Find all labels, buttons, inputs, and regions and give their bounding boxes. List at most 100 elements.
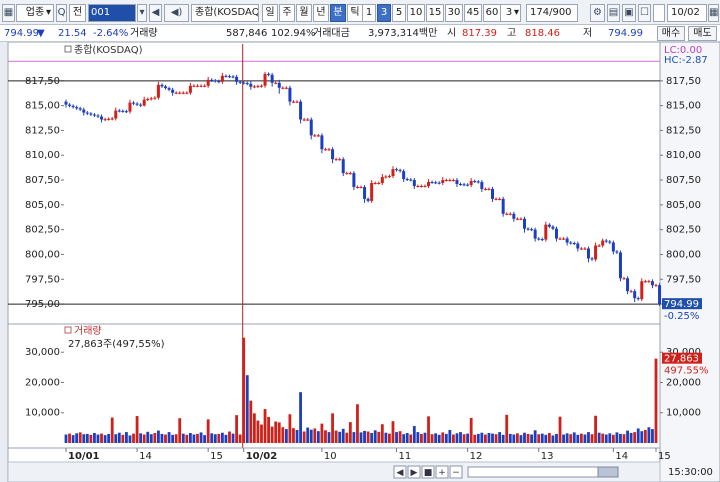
interval-button-5[interactable]: 30: [445, 4, 463, 22]
interval-button-4[interactable]: 15: [426, 4, 444, 22]
name-field[interactable]: 종합(KOSDAQ): [191, 4, 259, 22]
volume-bar: [601, 433, 605, 443]
period-button-5[interactable]: 틱: [347, 4, 363, 22]
volume-bar: [352, 432, 356, 443]
price-tick-right-4: 807,50: [666, 175, 701, 186]
interval-button-3[interactable]: 10: [407, 4, 425, 22]
volume-bar: [640, 431, 644, 443]
settings-icon[interactable]: ⚙: [590, 4, 605, 22]
volume-pane-subtitle: 27,863주(497,55%): [68, 339, 165, 350]
chart-area[interactable]: 종합(KOSDAQ) 거래량 27,863주(497,55%) 817,50 817,5…: [7, 41, 720, 482]
interval-button-0[interactable]: 1: [362, 4, 376, 22]
volume-bar: [135, 416, 139, 443]
buy-button[interactable]: 매수: [657, 26, 685, 41]
search-icon[interactable]: Q: [56, 4, 67, 22]
interval-button-6[interactable]: 45: [464, 4, 482, 22]
period-button-4[interactable]: 분: [330, 4, 346, 22]
candle-body: [384, 176, 388, 178]
candle-body: [302, 119, 306, 121]
interval-button-2[interactable]: 5: [392, 4, 406, 22]
candle-body: [427, 182, 431, 186]
volume-bar: [132, 433, 135, 443]
candle-body: [128, 102, 132, 112]
hc-label: HC:-2.87: [664, 55, 708, 66]
volume-bar: [427, 416, 430, 443]
volume-bar: [213, 434, 217, 443]
price-tick-right-0: 817,50: [666, 76, 701, 87]
period-button-1[interactable]: 주: [279, 4, 295, 22]
volume-bar: [68, 433, 71, 443]
sound-icon[interactable]: ◀): [164, 4, 189, 22]
chart-type-icon[interactable]: ▦: [2, 4, 15, 22]
left-scroll-strip[interactable]: [0, 42, 8, 482]
change-value: 21.54: [58, 28, 87, 39]
candle-body: [96, 115, 100, 117]
period-button-0[interactable]: 일: [262, 4, 278, 22]
x-axis-label-0: 10/01: [68, 451, 100, 462]
low-label: 저: [583, 28, 593, 39]
candle-body: [227, 76, 231, 78]
volume-bar: [619, 433, 622, 443]
price-tick-right-5: 805,00: [666, 200, 701, 211]
code-input[interactable]: 001: [88, 4, 136, 22]
volume-bar: [576, 434, 580, 443]
volume-bar: [327, 432, 331, 443]
candle-body: [654, 285, 658, 287]
volume-bar: [114, 434, 118, 443]
scroll-thumb[interactable]: [597, 466, 619, 478]
volume-bar: [228, 431, 231, 443]
candle-body: [597, 245, 601, 247]
volume-bar: [295, 429, 299, 443]
volume-bar: [309, 429, 313, 443]
candle-body: [409, 179, 413, 181]
date-field[interactable]: 10/02: [667, 4, 707, 22]
mode-toggle[interactable]: 전: [69, 4, 86, 22]
volume-bar: [274, 421, 278, 443]
volume-bar: [480, 432, 484, 443]
market-select[interactable]: 업종 ▾: [16, 4, 54, 22]
volume-bar: [558, 416, 562, 443]
price-tick-left-6: 802,50: [25, 225, 60, 236]
interval-button-1[interactable]: 3: [377, 4, 391, 22]
volume-bar: [121, 434, 125, 443]
interval-button-7[interactable]: 60: [483, 4, 501, 22]
volume-bar: [366, 431, 370, 443]
volume-bar: [583, 434, 587, 443]
chart-svg[interactable]: 종합(KOSDAQ)거래량27,863주(497,55%)817,50 817,5…: [7, 41, 720, 482]
volume-bar: [483, 434, 487, 443]
date-checkbox[interactable]: [653, 4, 665, 22]
prev-icon[interactable]: ◀: [149, 4, 162, 22]
volume-bar: [391, 421, 395, 443]
volume-bar: [643, 429, 647, 443]
lock-icon[interactable]: ☐: [638, 4, 651, 22]
volume-tick-right-2: 10,000: [666, 408, 701, 419]
candle-body: [178, 92, 182, 94]
last-price-tag-label: 794.99: [664, 299, 699, 310]
candle-body: [522, 218, 526, 229]
candle-body: [153, 97, 157, 99]
nav-glyph-0: ◀: [397, 468, 404, 478]
volume-bar: [651, 429, 654, 443]
scroll-track[interactable]: [467, 466, 619, 478]
candle-body: [92, 114, 96, 116]
save-icon[interactable]: ▣: [622, 4, 636, 22]
volume-bar: [569, 434, 573, 443]
calendar-icon[interactable]: ▦: [708, 4, 719, 22]
candle-body: [174, 92, 178, 94]
candle-body: [540, 239, 544, 241]
period-button-3[interactable]: 년: [313, 4, 329, 22]
period-button-2[interactable]: 월: [296, 4, 312, 22]
grid-icon[interactable]: ▤: [607, 4, 620, 22]
volume-bar: [142, 434, 146, 443]
volume-bar: [654, 358, 658, 443]
volume-bar: [100, 433, 103, 443]
count-field[interactable]: 174/900: [526, 4, 578, 22]
candle-body: [395, 169, 399, 171]
nav-glyph-1: ▶: [411, 468, 418, 478]
candle-body: [71, 105, 75, 108]
volume-bar: [181, 433, 185, 443]
candle-body: [181, 92, 185, 94]
chevron-down-icon[interactable]: ▾: [137, 4, 147, 22]
volume-bar: [487, 433, 491, 443]
sell-button[interactable]: 매도: [688, 26, 717, 41]
